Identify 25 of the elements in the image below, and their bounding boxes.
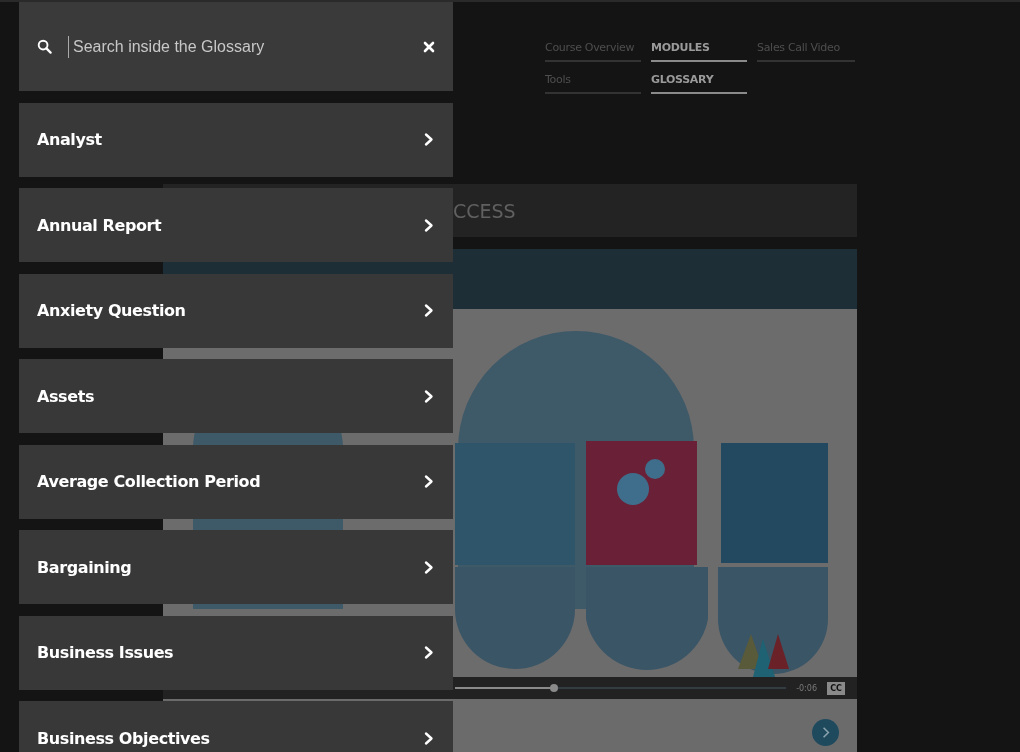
nav-link[interactable]: GLOSSARY bbox=[651, 70, 747, 94]
chevron-icon bbox=[424, 132, 434, 147]
glossary-item[interactable]: Assets bbox=[19, 359, 453, 433]
chevron-icon bbox=[424, 645, 434, 660]
glossary-item[interactable]: Business Issues bbox=[19, 615, 453, 690]
glossary-item[interactable]: Anxiety Question bbox=[19, 273, 453, 348]
glossary-item[interactable]: Annual Report bbox=[19, 188, 453, 262]
glossary-item[interactable]: Business Objectives bbox=[19, 701, 453, 752]
glossary-item[interactable]: Bargaining bbox=[19, 530, 453, 604]
nav-link[interactable]: MODULES bbox=[651, 38, 747, 62]
captions-button[interactable]: CC bbox=[827, 681, 845, 695]
chevron-icon bbox=[424, 559, 434, 575]
module-title: CCESS bbox=[453, 199, 516, 222]
chevron-icon bbox=[424, 474, 434, 489]
chevron-icon bbox=[424, 730, 434, 746]
next-button[interactable] bbox=[812, 719, 839, 746]
time-remaining: -0:06 bbox=[796, 683, 817, 693]
chevron-icon bbox=[424, 388, 434, 404]
glossary-item[interactable]: Average Collection Period bbox=[19, 444, 453, 519]
search-field[interactable]: Search inside the Glossary bbox=[68, 35, 407, 58]
chevron-icon bbox=[424, 303, 434, 318]
glossary-item[interactable]: Analyst bbox=[19, 102, 453, 177]
search-icon bbox=[37, 39, 52, 54]
chevron-icon bbox=[424, 217, 434, 233]
close-icon[interactable] bbox=[423, 40, 435, 53]
